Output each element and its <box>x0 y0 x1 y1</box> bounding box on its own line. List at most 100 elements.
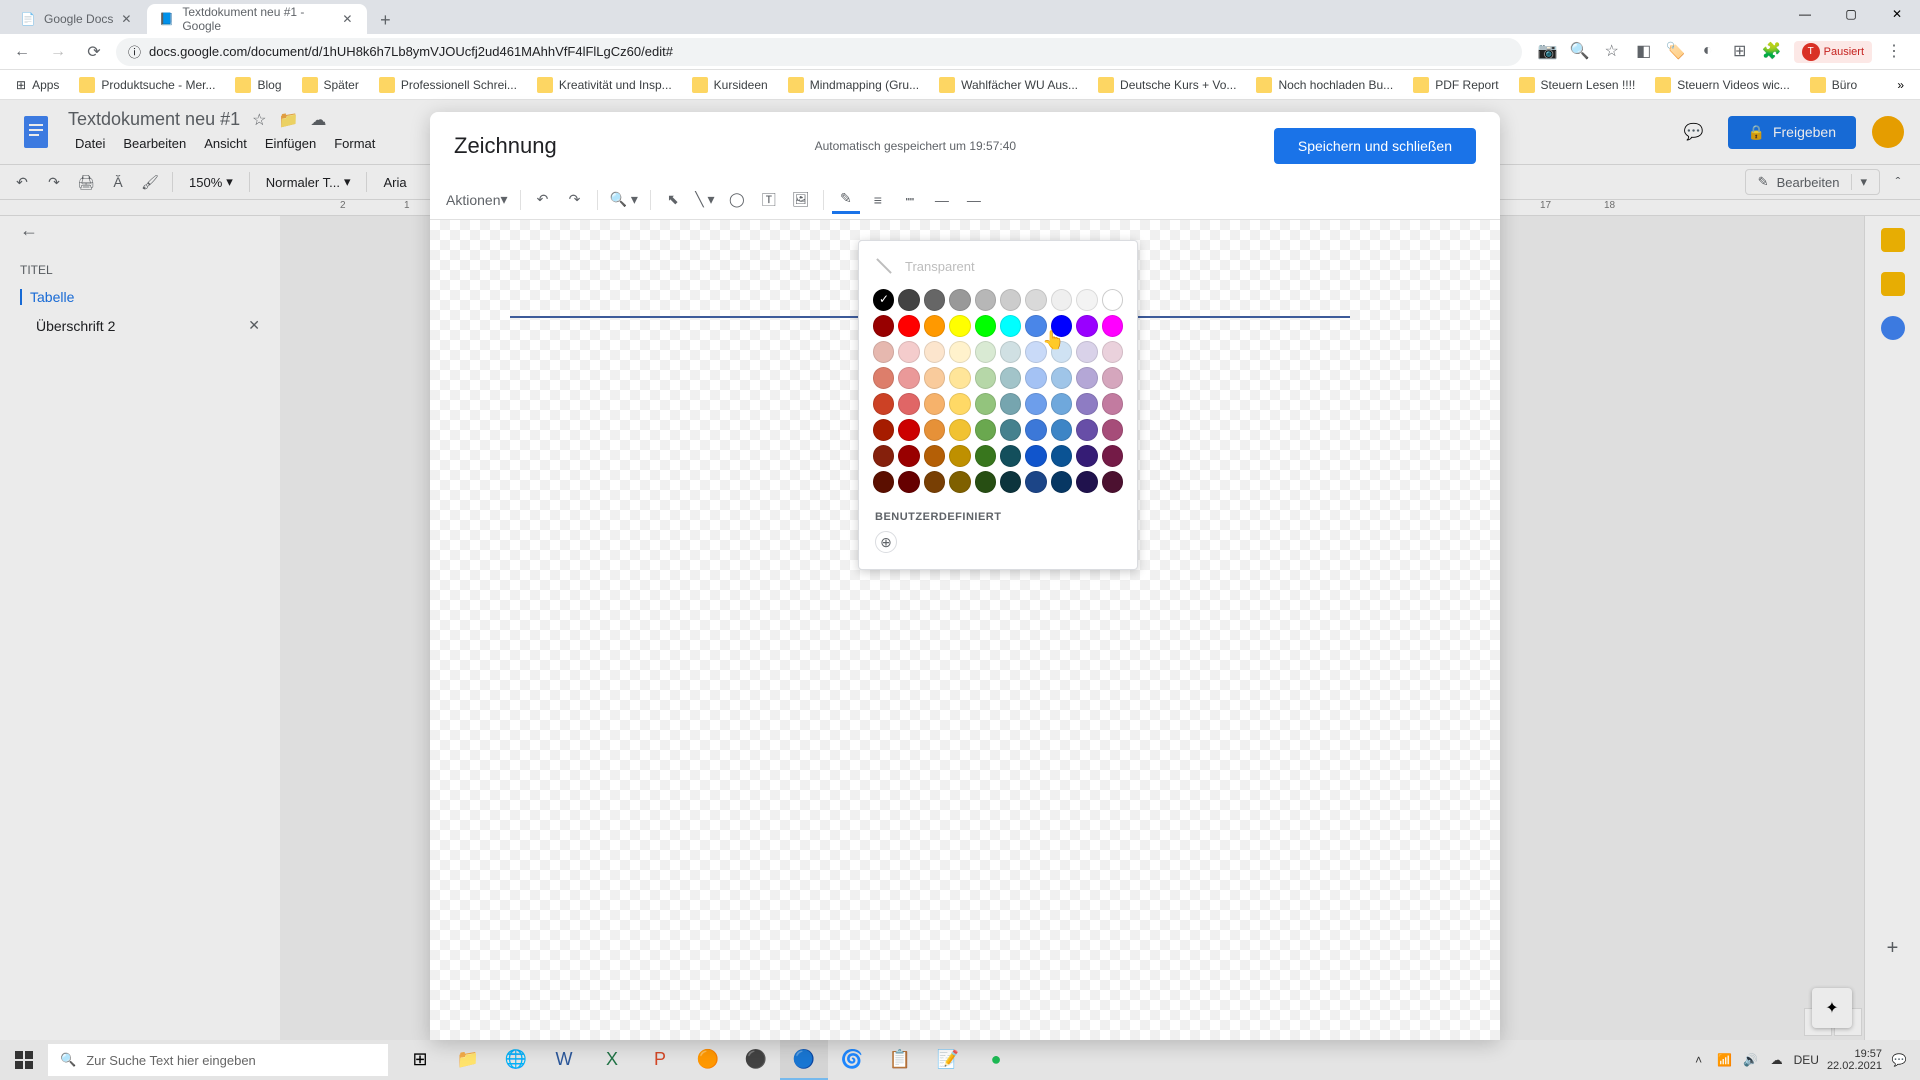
edge2-icon[interactable]: 🌀 <box>828 1040 876 1080</box>
color-swatch[interactable] <box>975 393 996 415</box>
bookmark-item[interactable]: Büro <box>1802 73 1865 97</box>
color-swatch[interactable] <box>898 445 919 467</box>
outline-item-1[interactable]: Überschrift 2 ✕ <box>20 311 260 340</box>
textbox-tool[interactable]: 🅃 <box>755 186 783 214</box>
shape-tool[interactable]: ◯ <box>723 186 751 214</box>
color-swatch[interactable] <box>1000 341 1021 363</box>
color-swatch[interactable] <box>1076 445 1097 467</box>
color-swatch[interactable] <box>1102 341 1123 363</box>
browser-tab-1[interactable]: 📘 Textdokument neu #1 - Google ✕ <box>147 4 367 34</box>
extensions-icon[interactable]: 🧩 <box>1762 41 1782 61</box>
bookmark-item[interactable]: Noch hochladen Bu... <box>1248 73 1401 97</box>
apps-bookmark[interactable]: ⊞Apps <box>8 74 67 96</box>
notepad-icon[interactable]: 📝 <box>924 1040 972 1080</box>
color-swatch[interactable] <box>1102 367 1123 389</box>
tasks-icon[interactable] <box>1881 316 1905 340</box>
undo-button[interactable]: ↶ <box>8 168 36 196</box>
color-swatch[interactable] <box>898 367 919 389</box>
color-swatch[interactable] <box>873 289 894 311</box>
color-swatch[interactable] <box>1000 367 1021 389</box>
color-swatch[interactable] <box>1025 471 1046 493</box>
print-button[interactable]: 🖨 <box>72 168 100 196</box>
share-button[interactable]: 🔒 Freigeben <box>1728 116 1856 149</box>
color-swatch[interactable] <box>1051 341 1072 363</box>
color-swatch[interactable] <box>1076 471 1097 493</box>
color-swatch[interactable] <box>1076 393 1097 415</box>
bookmark-item[interactable]: Kreativität und Insp... <box>529 73 680 97</box>
color-swatch[interactable] <box>1076 289 1097 311</box>
color-swatch[interactable] <box>1102 445 1123 467</box>
zoom-button[interactable]: 🔍 ▾ <box>606 186 642 214</box>
color-swatch[interactable] <box>1000 471 1021 493</box>
color-swatch[interactable] <box>1000 419 1021 441</box>
redo-button[interactable]: ↷ <box>561 186 589 214</box>
color-swatch[interactable] <box>924 393 945 415</box>
color-swatch[interactable] <box>1000 289 1021 311</box>
extension-icon-2[interactable]: 🏷️ <box>1666 41 1686 61</box>
reload-button[interactable]: ⟳ <box>80 38 108 66</box>
color-swatch[interactable] <box>898 393 919 415</box>
line-dash-button[interactable]: ┉ <box>896 186 924 214</box>
color-swatch[interactable] <box>924 471 945 493</box>
paint-format-button[interactable]: 🖌 <box>136 168 164 196</box>
color-swatch[interactable] <box>975 445 996 467</box>
bookmark-item[interactable]: Professionell Schrei... <box>371 73 525 97</box>
color-swatch[interactable] <box>1076 315 1097 337</box>
color-swatch[interactable] <box>873 393 894 415</box>
add-addon-icon[interactable]: + <box>1881 936 1905 960</box>
add-custom-color-button[interactable]: ⊕ <box>875 531 897 553</box>
url-input[interactable]: ⓘ docs.google.com/document/d/1hUH8k6h7Lb… <box>116 38 1522 66</box>
powerpoint-icon[interactable]: P <box>636 1040 684 1080</box>
star-icon[interactable]: ☆ <box>252 110 266 130</box>
color-swatch[interactable] <box>949 341 970 363</box>
language-indicator[interactable]: DEU <box>1794 1053 1819 1067</box>
wifi-icon[interactable]: 📶 <box>1716 1051 1734 1069</box>
color-swatch[interactable] <box>873 367 894 389</box>
color-swatch[interactable] <box>1025 289 1046 311</box>
remove-outline-icon[interactable]: ✕ <box>248 317 260 334</box>
color-swatch[interactable] <box>975 419 996 441</box>
color-swatch[interactable] <box>949 393 970 415</box>
color-swatch[interactable] <box>1025 445 1046 467</box>
close-tab-icon[interactable]: ✕ <box>121 12 135 26</box>
color-swatch[interactable] <box>1102 471 1123 493</box>
color-swatch[interactable] <box>898 289 919 311</box>
bookmark-item[interactable]: Produktsuche - Mer... <box>71 73 223 97</box>
color-swatch[interactable] <box>1102 315 1123 337</box>
calendar-icon[interactable] <box>1881 228 1905 252</box>
color-swatch[interactable] <box>924 341 945 363</box>
bookmark-star-icon[interactable]: ☆ <box>1602 41 1622 61</box>
color-swatch[interactable] <box>1102 419 1123 441</box>
forward-button[interactable]: → <box>44 38 72 66</box>
bookmark-item[interactable]: Steuern Lesen !!!! <box>1511 73 1644 97</box>
profile-status[interactable]: T Pausiert <box>1794 41 1872 63</box>
color-swatch[interactable] <box>873 315 894 337</box>
docs-logo[interactable] <box>16 112 56 152</box>
color-swatch[interactable] <box>949 445 970 467</box>
color-swatch[interactable] <box>1051 471 1072 493</box>
edge-icon[interactable]: 🌐 <box>492 1040 540 1080</box>
color-swatch[interactable] <box>1025 341 1046 363</box>
select-tool[interactable]: ⬉ <box>659 186 687 214</box>
color-swatch[interactable] <box>924 419 945 441</box>
undo-button[interactable]: ↶ <box>529 186 557 214</box>
color-swatch[interactable] <box>1000 393 1021 415</box>
color-swatch[interactable] <box>1102 289 1123 311</box>
color-swatch[interactable] <box>1102 393 1123 415</box>
extension-icon-1[interactable]: ◧ <box>1634 41 1654 61</box>
color-swatch[interactable] <box>1000 315 1021 337</box>
keep-icon[interactable] <box>1881 272 1905 296</box>
excel-icon[interactable]: X <box>588 1040 636 1080</box>
color-swatch[interactable] <box>975 289 996 311</box>
transparent-option[interactable]: Transparent <box>859 249 1137 283</box>
menu-insert[interactable]: Einfügen <box>258 132 323 155</box>
bookmark-item[interactable]: Mindmapping (Gru... <box>780 73 927 97</box>
color-swatch[interactable] <box>1025 419 1046 441</box>
bookmark-item[interactable]: Steuern Videos wic... <box>1647 73 1798 97</box>
color-swatch[interactable] <box>1076 419 1097 441</box>
new-tab-button[interactable]: + <box>371 6 399 34</box>
color-swatch[interactable] <box>949 419 970 441</box>
bookmark-item[interactable]: PDF Report <box>1405 73 1506 97</box>
maximize-button[interactable]: ▢ <box>1828 0 1874 28</box>
spellcheck-button[interactable]: Ă <box>104 168 132 196</box>
